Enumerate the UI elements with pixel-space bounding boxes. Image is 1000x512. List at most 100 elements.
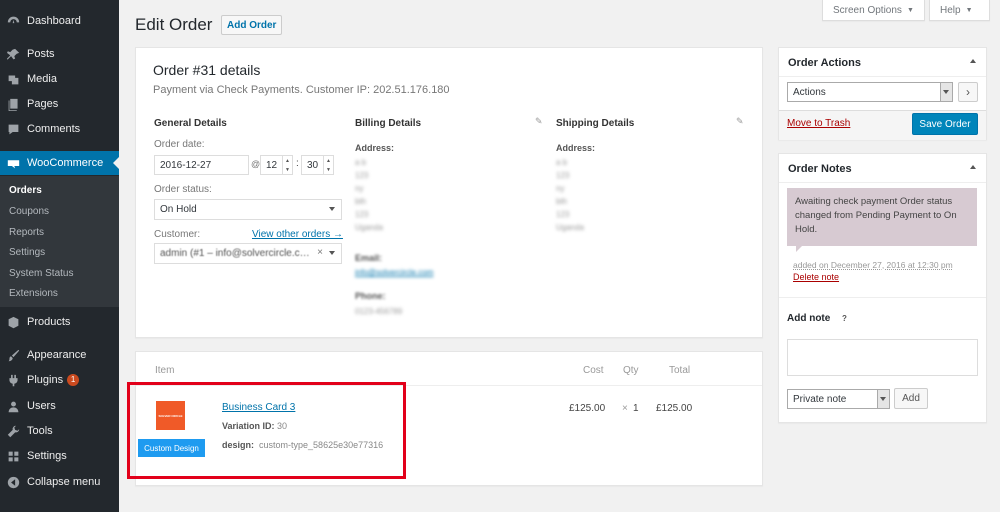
billing-address-line: 123 xyxy=(355,210,369,219)
at-symbol: @ xyxy=(251,159,261,169)
billing-phone-label: Phone: xyxy=(355,291,386,301)
customer-label: Customer: xyxy=(154,229,201,240)
apply-action-button[interactable]: › xyxy=(958,82,978,102)
dashboard-icon xyxy=(0,15,27,28)
add-order-button[interactable]: Add Order xyxy=(221,15,283,35)
hour-spinner-icon[interactable]: ▲ ▼ xyxy=(282,156,292,174)
comment-icon xyxy=(0,123,27,136)
edit-billing-pencil-icon[interactable]: ✎ xyxy=(535,116,543,127)
caret-down-icon: ▼ xyxy=(906,6,914,14)
media-icon xyxy=(0,73,27,86)
shipping-details-heading: Shipping Details xyxy=(556,118,635,129)
billing-address-line: a b xyxy=(355,158,367,167)
users-icon xyxy=(0,400,27,413)
order-action-value: Actions xyxy=(793,86,826,98)
menu-plugins[interactable]: Plugins 1 xyxy=(0,368,119,392)
customer-select[interactable]: admin (#1 – info@solvercircle.c… × xyxy=(154,243,342,264)
items-header-row: Item Cost Qty Total xyxy=(136,352,762,386)
screen-options-tab[interactable]: Screen Options ▼ xyxy=(822,0,925,21)
menu-collapse[interactable]: Collapse menu xyxy=(0,470,119,494)
order-status-select[interactable]: On Hold xyxy=(154,199,342,220)
menu-media[interactable]: Media xyxy=(0,67,119,91)
menu-pages-label: Pages xyxy=(27,98,59,110)
note-timestamp: added on December 27, 2016 at 12:30 pm xyxy=(793,260,953,270)
submenu-settings[interactable]: Settings xyxy=(9,247,45,258)
order-date-label: Order date: xyxy=(154,139,205,150)
brush-icon xyxy=(0,349,27,362)
chevron-down-icon xyxy=(880,397,886,401)
item-column-header: Item xyxy=(155,365,175,376)
order-action-select[interactable]: Actions xyxy=(787,82,953,102)
order-status-value: On Hold xyxy=(160,204,197,215)
divider xyxy=(779,297,986,298)
menu-appearance[interactable]: Appearance xyxy=(0,343,119,367)
menu-pages[interactable]: Pages xyxy=(0,92,119,116)
menu-woocommerce[interactable]: WooCommerce xyxy=(0,151,119,175)
menu-products[interactable]: Products xyxy=(0,310,119,334)
order-date-input[interactable]: 2016-12-27 xyxy=(154,155,249,175)
menu-settings[interactable]: Settings xyxy=(0,444,119,468)
screen-options-label: Screen Options xyxy=(833,4,902,16)
menu-posts[interactable]: Posts xyxy=(0,42,119,66)
order-actions-box: Order Actions Actions › Move to Trash Sa… xyxy=(778,47,987,140)
save-order-button[interactable]: Save Order xyxy=(912,113,978,135)
chevron-down-icon xyxy=(329,251,335,255)
billing-address-line: Uganda xyxy=(355,223,384,232)
shipping-address-label: Address: xyxy=(556,143,596,153)
menu-tools-label: Tools xyxy=(27,425,53,437)
note-type-value: Private note xyxy=(793,393,847,405)
menu-comments[interactable]: Comments xyxy=(0,117,119,141)
collapse-toggle-icon[interactable] xyxy=(970,59,976,63)
pin-icon xyxy=(0,48,27,61)
add-note-label: Add note xyxy=(787,313,831,324)
order-notes-box: Order Notes Awaiting check payment Order… xyxy=(778,153,987,423)
submenu-extensions[interactable]: Extensions xyxy=(9,288,58,299)
item-total: £125.00 xyxy=(656,403,693,414)
help-tip-icon[interactable]: ? xyxy=(839,313,850,324)
view-other-orders-link[interactable]: View other orders → xyxy=(252,229,343,240)
divider xyxy=(779,76,986,77)
order-actions-title: Order Actions xyxy=(788,57,861,69)
help-label: Help xyxy=(940,4,961,16)
help-tab[interactable]: Help ▼ xyxy=(929,0,990,21)
billing-address-line: 123 xyxy=(355,171,369,180)
plugins-update-badge: 1 xyxy=(67,374,80,386)
menu-collapse-label: Collapse menu xyxy=(27,476,101,488)
add-note-button[interactable]: Add xyxy=(894,388,928,409)
add-note-textarea[interactable] xyxy=(787,339,978,376)
billing-address-line: ny xyxy=(355,184,364,193)
caret-down-icon: ▼ xyxy=(965,6,973,14)
collapse-toggle-icon[interactable] xyxy=(970,165,976,169)
move-to-trash-link[interactable]: Move to Trash xyxy=(787,118,850,129)
total-column-header: Total xyxy=(669,365,691,376)
edit-shipping-pencil-icon[interactable]: ✎ xyxy=(736,116,744,127)
page-title: Edit Order xyxy=(135,15,213,34)
note-type-select[interactable]: Private note xyxy=(787,389,890,409)
menu-media-label: Media xyxy=(27,73,57,85)
menu-tools[interactable]: Tools xyxy=(0,419,119,443)
submenu-orders[interactable]: Orders xyxy=(9,185,42,196)
clear-customer-icon[interactable]: × xyxy=(317,247,323,258)
order-hour-input[interactable]: 12 ▲ ▼ xyxy=(260,155,293,175)
order-minute-input[interactable]: 30 ▲ ▼ xyxy=(301,155,334,175)
billing-email-label: Email: xyxy=(355,253,383,263)
admin-sidebar: Dashboard Posts Media Pages Comments Woo… xyxy=(0,0,119,512)
order-hour-value: 12 xyxy=(266,159,278,171)
menu-settings-label: Settings xyxy=(27,450,67,462)
billing-email-blurred[interactable]: info@solvercircle.com xyxy=(355,266,433,279)
menu-dashboard[interactable]: Dashboard xyxy=(0,9,119,33)
wrench-icon xyxy=(0,425,27,438)
chevron-down-icon xyxy=(329,207,335,211)
submenu-reports[interactable]: Reports xyxy=(9,227,44,238)
menu-users[interactable]: Users xyxy=(0,394,119,418)
order-date-value: 2016-12-27 xyxy=(160,159,212,171)
order-notes-title: Order Notes xyxy=(788,163,852,175)
billing-address-blurred: a b 123 ny bth 123 Uganda xyxy=(355,156,383,234)
billing-address-label: Address: xyxy=(355,143,395,153)
qty-multiplier: × xyxy=(622,403,628,414)
billing-phone-blurred: 0123-456789 xyxy=(355,307,403,316)
delete-note-link[interactable]: Delete note xyxy=(793,272,839,282)
submenu-system-status[interactable]: System Status xyxy=(9,268,73,279)
minute-spinner-icon[interactable]: ▲ ▼ xyxy=(323,156,333,174)
submenu-coupons[interactable]: Coupons xyxy=(9,206,49,217)
